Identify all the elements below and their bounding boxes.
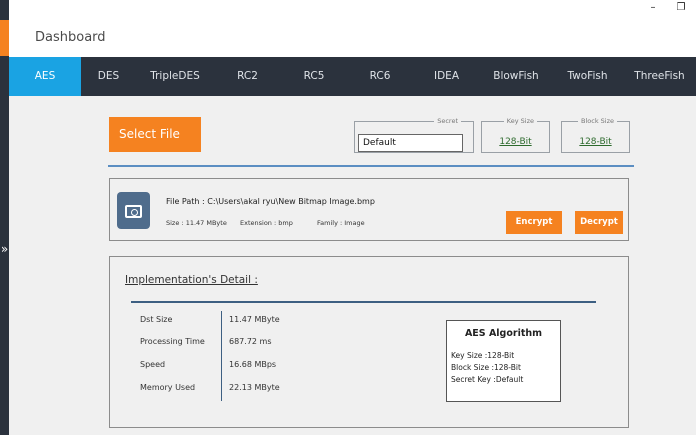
main-content: Select File Secret Key Size 128-Bit Bloc… [9,96,696,435]
key-size-group: Key Size 128-Bit [481,117,550,153]
file-path-value: C:\Users\akal ryu\New Bitmap Image.bmp [207,197,375,206]
key-size-selector[interactable]: 128-Bit [482,137,549,147]
block-size-legend: Block Size [581,117,614,125]
tab-rc5[interactable]: RC5 [281,57,347,96]
detail-divider [131,301,596,303]
maximize-icon[interactable]: ❐ [674,2,688,13]
camera-icon [125,205,142,218]
metric-label: Dst Size [140,315,173,324]
key-size-legend: Key Size [506,117,534,125]
metric-label: Speed [140,360,166,369]
tab-aes[interactable]: AES [9,57,81,96]
file-extension: Extension : bmp [240,219,293,227]
minimize-icon[interactable]: – [646,2,660,13]
algorithm-title: AES Algorithm [464,328,543,339]
metric-divider [221,311,222,401]
tab-tripledes[interactable]: TripleDES [136,57,214,96]
file-family: Family : Image [317,219,365,227]
file-family-value: Image [344,219,365,227]
file-extension-value: bmp [278,219,293,227]
rail-accent [0,20,9,56]
algorithm-key-size: Key Size :128-Bit [451,351,515,360]
metric-label: Processing Time [140,337,205,346]
section-divider [108,165,634,167]
expand-sidebar-icon[interactable]: » [0,242,9,256]
tab-des[interactable]: DES [81,57,136,96]
secret-legend: Secret [437,117,458,125]
metric-value: 11.47 MByte [229,315,280,324]
tab-rc2[interactable]: RC2 [214,57,281,96]
file-size-label: Size : [166,219,184,227]
tab-twofish[interactable]: TwoFish [552,57,623,96]
file-size: Size : 11.47 MByte [166,219,227,227]
file-path-label: File Path : [166,197,205,206]
left-rail: » [0,0,9,435]
tab-rc6[interactable]: RC6 [347,57,413,96]
tab-idea[interactable]: IDEA [413,57,480,96]
file-extension-label: Extension : [240,219,277,227]
block-size-selector[interactable]: 128-Bit [562,137,629,147]
metric-value: 16.68 MBps [229,360,277,369]
file-path: File Path : C:\Users\akal ryu\New Bitmap… [166,197,375,206]
algorithm-block-size: Block Size :128-Bit [451,363,521,372]
file-family-label: Family : [317,219,343,227]
decrypt-button[interactable]: Decrypt [575,211,623,234]
algorithm-secret-key: Secret Key :Default [451,375,524,384]
secret-input[interactable] [358,134,463,152]
secret-group: Secret [354,117,474,153]
app-title: Dashboard [35,30,106,45]
tab-threefish[interactable]: ThreeFish [623,57,696,96]
metric-value: 687.72 ms [229,337,272,346]
window-controls: – ❐ [646,2,688,13]
tab-blowfish[interactable]: BlowFish [480,57,552,96]
implementation-detail-title: Implementation's Detail : [125,274,258,286]
implementation-detail-card: Implementation's Detail : Dst Size 11.47… [109,256,629,428]
file-info-card: File Path : C:\Users\akal ryu\New Bitmap… [109,178,629,241]
select-file-button[interactable]: Select File [109,117,201,152]
file-size-value: 11.47 MByte [185,219,227,227]
encrypt-button[interactable]: Encrypt [506,211,562,234]
algorithm-summary-box: AES Algorithm Key Size :128-Bit Block Si… [446,320,561,402]
metric-label: Memory Used [140,383,196,392]
metric-value: 22.13 MByte [229,383,280,392]
algorithm-tabbar: AES DES TripleDES RC2 RC5 RC6 IDEA BlowF… [9,57,696,96]
image-file-icon [117,192,150,229]
block-size-group: Block Size 128-Bit [561,117,630,153]
